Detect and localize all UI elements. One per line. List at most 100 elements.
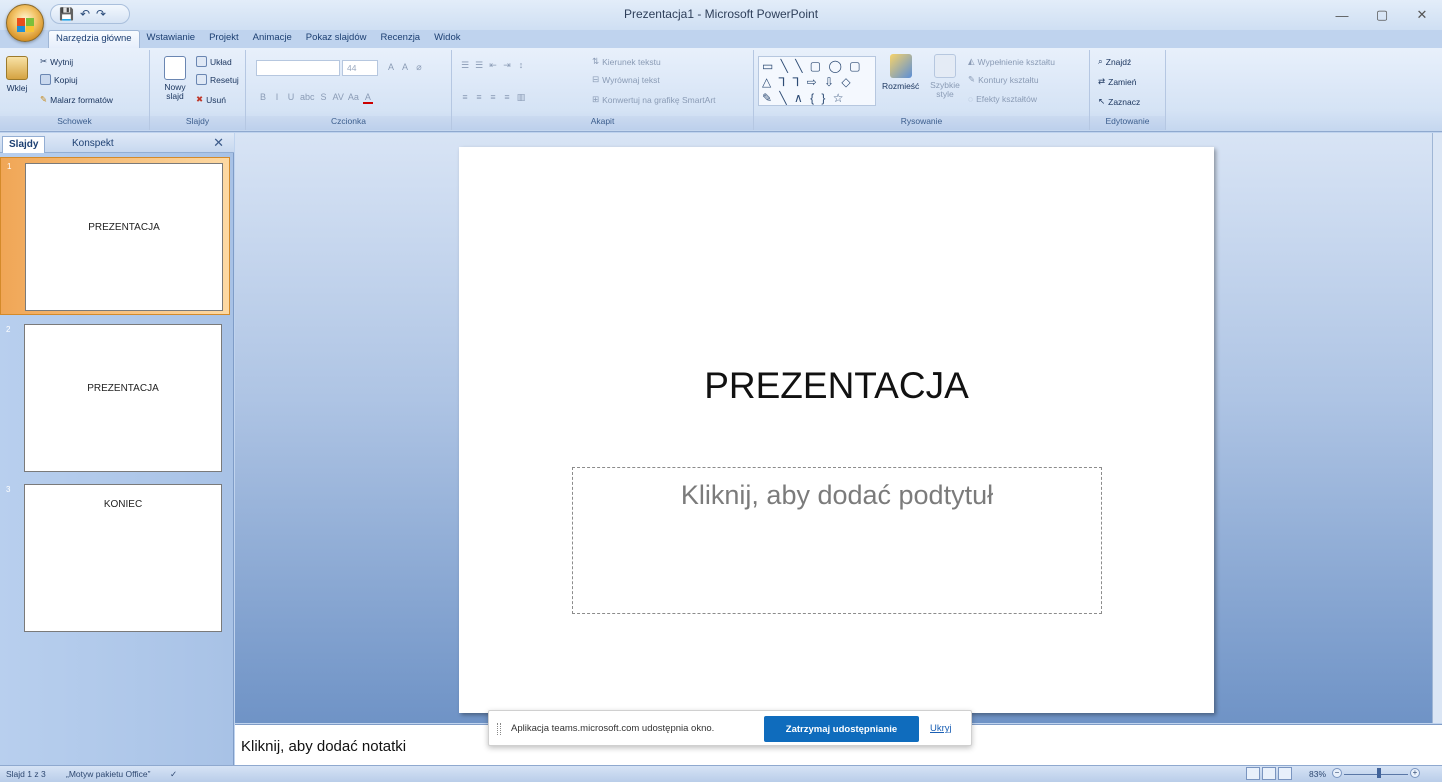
copy-button[interactable]: Kopiuj [40, 74, 78, 85]
group-editing: ⌕ Znajdź ⇄ Zamień ↖ Zaznacz Edytowanie [1090, 50, 1166, 130]
shadow-button[interactable]: S [319, 92, 329, 104]
group-label-paragraph: Akapit [452, 116, 753, 130]
pane-tabs: Slajdy Konspekt ✕ [0, 133, 234, 153]
slide-title[interactable]: PREZENTACJA [459, 365, 1214, 407]
tab-home[interactable]: Narzędzia główne [48, 30, 140, 48]
group-clipboard: Wklej ✂ Wytnij Kopiuj ✎ Malarz formatów Sc… [0, 50, 150, 130]
delete-icon: ✖ [196, 94, 204, 104]
title-bar: 💾 ↶ ↷ Prezentacja1 - Microsoft PowerPoin… [0, 0, 1442, 42]
decrease-indent-icon[interactable]: ⇤ [488, 60, 498, 71]
thumbnail-title: KONIEC [103, 499, 143, 510]
spacing-button[interactable]: AV [333, 92, 344, 104]
close-icon[interactable]: ✕ [213, 135, 224, 151]
paste-button[interactable]: Wklej [6, 56, 28, 93]
slide-editor-area: PREZENTACJA Kliknij, aby dodać podtytuł [235, 133, 1442, 723]
thumbnail-preview: PREZENTACJA [24, 324, 222, 472]
font-name-combo[interactable] [256, 60, 340, 76]
font-color-button[interactable]: A [362, 92, 373, 104]
replace-button[interactable]: ⇄ Zamień [1098, 76, 1136, 87]
slide-thumbnail-2[interactable]: 2 PREZENTACJA [0, 321, 230, 473]
zoom-out-icon[interactable]: − [1332, 768, 1342, 778]
tab-design[interactable]: Projekt [202, 30, 246, 48]
line-spacing-icon[interactable]: ↕ [516, 60, 526, 71]
grow-font-icon[interactable]: A [386, 62, 396, 73]
quick-styles-icon [934, 54, 956, 78]
bold-button[interactable]: B [258, 92, 268, 104]
align-left-icon[interactable]: ≡ [460, 92, 470, 103]
strikethrough-button[interactable]: abc [300, 92, 315, 104]
screen-share-banner: Aplikacja teams.microsoft.com udostępnia… [488, 710, 972, 746]
zoom-slider-thumb[interactable] [1377, 768, 1381, 778]
notes-placeholder: Kliknij, aby dodać notatki [241, 738, 407, 755]
text-direction-button[interactable]: ⇅ Kierunek tekstu [592, 56, 661, 67]
tab-review[interactable]: Recenzja [373, 30, 427, 48]
drag-handle-icon[interactable] [497, 723, 501, 735]
increase-indent-icon[interactable]: ⇥ [502, 60, 512, 71]
new-slide-button[interactable]: Nowy slajd [160, 56, 190, 101]
status-bar: Slajd 1 z 3 „Motyw pakietu Office” ✓ 83%… [0, 765, 1442, 782]
hide-link[interactable]: Ukryj [930, 723, 952, 734]
layout-icon [196, 56, 207, 67]
tab-slideshow[interactable]: Pokaz slajdów [299, 30, 374, 48]
slide-counter: Slajd 1 z 3 [6, 769, 46, 779]
tab-animations[interactable]: Animacje [246, 30, 299, 48]
shrink-font-icon[interactable]: A [400, 62, 410, 73]
slideshow-view-icon[interactable] [1278, 767, 1292, 780]
arrange-button[interactable]: Rozmieść [882, 54, 919, 91]
font-size-combo[interactable]: 44 [342, 60, 378, 76]
new-slide-icon [164, 56, 186, 80]
reset-button[interactable]: Resetuj [196, 74, 239, 85]
slides-pane: Slajdy Konspekt ✕ 1 PREZENTACJA 2 PREZEN… [0, 133, 234, 765]
align-center-icon[interactable]: ≡ [474, 92, 484, 103]
columns-icon[interactable]: ▥ [516, 92, 526, 103]
layout-button[interactable]: Układ [196, 56, 232, 67]
minimize-button[interactable]: — [1322, 0, 1362, 30]
zoom-level[interactable]: 83% [1309, 769, 1326, 779]
outline-pen-icon: ✎ [968, 74, 976, 84]
slide-canvas[interactable]: PREZENTACJA Kliknij, aby dodać podtytuł [459, 147, 1214, 713]
sorter-view-icon[interactable] [1262, 767, 1276, 780]
numbering-icon[interactable]: ☰ [474, 60, 484, 71]
maximize-button[interactable]: ▢ [1362, 0, 1402, 30]
zoom-slider[interactable]: − + [1332, 768, 1420, 779]
format-painter-button[interactable]: ✎ Malarz formatów [40, 94, 113, 105]
spellcheck-icon[interactable]: ✓ [170, 769, 177, 780]
delete-slide-button[interactable]: ✖ Usuń [196, 94, 226, 105]
find-button[interactable]: ⌕ Znajdź [1098, 56, 1131, 67]
tab-outline[interactable]: Konspekt [66, 136, 120, 153]
select-button[interactable]: ↖ Zaznacz [1098, 96, 1140, 107]
cut-button[interactable]: ✂ Wytnij [40, 56, 73, 67]
align-right-icon[interactable]: ≡ [488, 92, 498, 103]
quick-styles-button[interactable]: Szybkie style [930, 54, 960, 99]
change-case-button[interactable]: Aa [348, 92, 359, 104]
subtitle-placeholder-text: Kliknij, aby dodać podtytuł [680, 480, 994, 510]
close-button[interactable]: ✕ [1402, 0, 1442, 30]
italic-button[interactable]: I [272, 92, 282, 104]
clear-format-icon[interactable]: ⌀ [414, 62, 424, 73]
align-text-button[interactable]: ⊟ Wyrównaj tekst [592, 74, 660, 85]
shape-fill-button[interactable]: ◭ Wypełnienie kształtu [968, 56, 1055, 67]
shape-outline-button[interactable]: ✎ Kontury kształtu [968, 74, 1039, 85]
stop-sharing-button[interactable]: Zatrzymaj udostępnianie [764, 716, 919, 742]
shapes-gallery[interactable]: ▭ ╲ ╲ ▢ ◯ ▢ △ ⅂ ⅂ ⇨ ⇩ ◇ ✎ ╲ ∧ { } ☆ [758, 56, 876, 106]
bullets-icon[interactable]: ☰ [460, 60, 470, 71]
justify-icon[interactable]: ≡ [502, 92, 512, 103]
tab-slides[interactable]: Slajdy [2, 136, 46, 153]
tab-view[interactable]: Widok [427, 30, 467, 48]
thumbnail-preview: KONIEC [24, 484, 222, 632]
slide-number: 2 [6, 325, 11, 334]
underline-button[interactable]: U [286, 92, 296, 104]
slide-thumbnail-3[interactable]: 3 KONIEC [0, 481, 230, 633]
paste-icon [6, 56, 28, 80]
shape-effects-button[interactable]: ◌ Efekty kształtów [968, 94, 1037, 104]
tab-insert[interactable]: Wstawianie [140, 30, 203, 48]
slide-thumbnail-1[interactable]: 1 PREZENTACJA [0, 157, 230, 315]
vertical-scrollbar[interactable] [1432, 133, 1442, 723]
smartart-button[interactable]: ⊞ Konwertuj na grafikę SmartArt [592, 94, 716, 105]
office-button[interactable] [6, 4, 44, 42]
normal-view-icon[interactable] [1246, 767, 1260, 780]
share-message: Aplikacja teams.microsoft.com udostępnia… [511, 723, 715, 734]
group-paragraph: ☰ ☰ ⇤ ⇥ ↕ ≡ ≡ ≡ ≡ ▥ ⇅ Kierunek tekstu ⊟ Wy… [452, 50, 754, 130]
zoom-in-icon[interactable]: + [1410, 768, 1420, 778]
subtitle-placeholder[interactable]: Kliknij, aby dodać podtytuł [572, 467, 1102, 614]
